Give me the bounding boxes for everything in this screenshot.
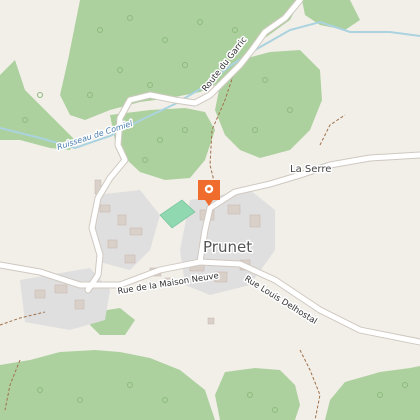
map-viewport[interactable]: Ruisseau de Comiel Route du Garric La Se… bbox=[0, 0, 420, 420]
location-pin-dot-center bbox=[207, 187, 211, 191]
hamlet-label: La Serre bbox=[290, 164, 331, 175]
village-label: Prunet bbox=[203, 238, 252, 256]
